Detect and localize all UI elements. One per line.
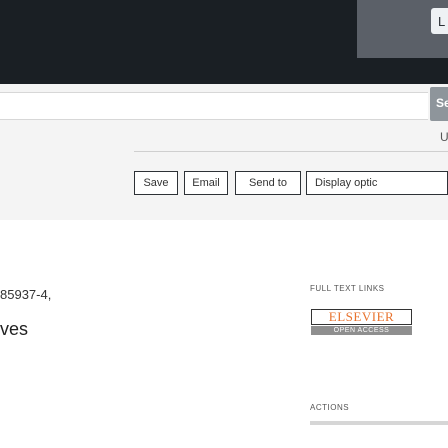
elsevier-full-text-link[interactable]: ELSEVIER OPEN ACCESS: [310, 308, 415, 344]
article-title-text: ves: [0, 319, 29, 339]
display-options-button[interactable]: Display optic: [306, 171, 448, 195]
email-button[interactable]: Email: [184, 171, 228, 195]
article-citation-text: 85937-4,: [0, 287, 52, 302]
open-access-badge: OPEN ACCESS: [311, 326, 412, 335]
search-user-guide-link[interactable]: U: [440, 130, 448, 144]
login-button-label: L: [438, 14, 446, 29]
login-button[interactable]: L: [431, 8, 448, 34]
search-button-label: Sea: [436, 96, 448, 110]
send-to-button[interactable]: Send to: [235, 171, 301, 195]
save-button[interactable]: Save: [134, 171, 178, 195]
actions-heading: ACTIONS: [310, 403, 350, 412]
actions-button[interactable]: [310, 421, 448, 425]
divider: [134, 151, 448, 152]
search-button[interactable]: Sea: [430, 87, 448, 121]
elsevier-logo: ELSEVIER: [311, 309, 412, 325]
full-text-links-heading: FULL TEXT LINKS: [310, 284, 385, 293]
search-input[interactable]: [0, 92, 428, 120]
